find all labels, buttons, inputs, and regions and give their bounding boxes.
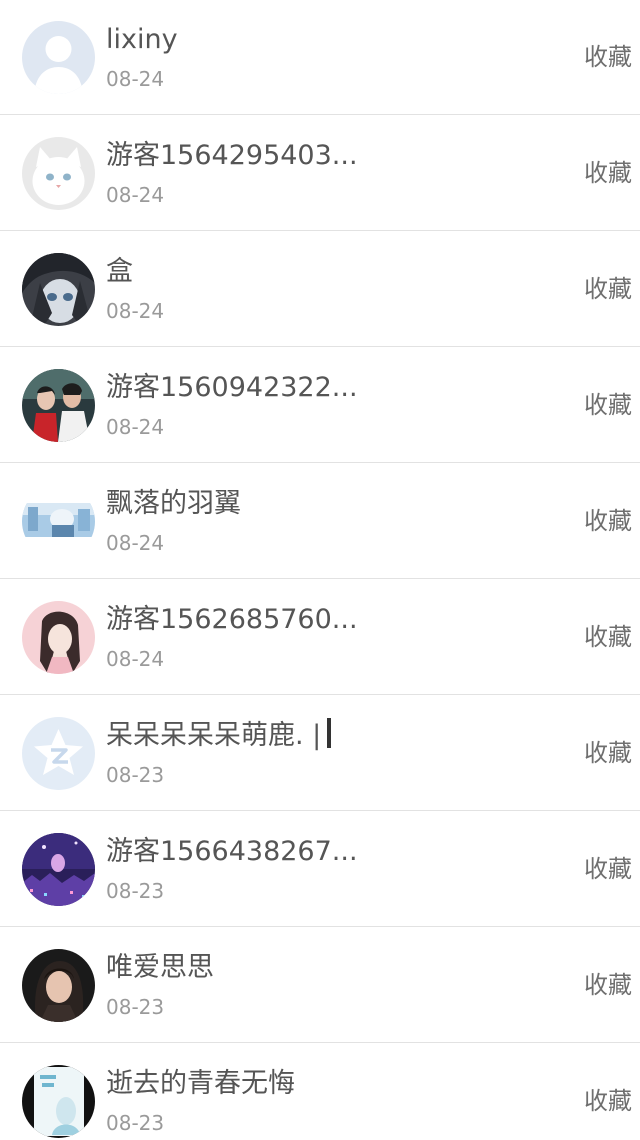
list-item[interactable]: 唯爱思思 08-23 收藏 bbox=[0, 928, 640, 1043]
user-name: 游客1566438267... bbox=[106, 836, 358, 867]
avatar[interactable] bbox=[22, 369, 95, 442]
user-name: 唯爱思思 bbox=[106, 952, 214, 983]
divider bbox=[0, 114, 640, 115]
avatar[interactable] bbox=[22, 601, 95, 674]
follow-date: 08-23 bbox=[106, 879, 165, 903]
list-item[interactable]: 游客1564295403... 08-24 收藏 bbox=[0, 116, 640, 231]
list-item[interactable]: 飘落的羽翼 08-24 收藏 bbox=[0, 464, 640, 579]
list-item[interactable]: 盒 08-24 收藏 bbox=[0, 232, 640, 347]
follow-date: 08-24 bbox=[106, 299, 165, 323]
avatar[interactable] bbox=[22, 717, 95, 790]
divider bbox=[0, 230, 640, 231]
divider bbox=[0, 926, 640, 927]
avatar[interactable] bbox=[22, 137, 95, 210]
follow-date: 08-24 bbox=[106, 415, 165, 439]
pink-portrait-icon bbox=[22, 601, 95, 674]
follower-list: lixiny 08-24 收藏 游客1564295403... 08-24 收藏 bbox=[0, 0, 640, 1140]
white-cat-icon bbox=[22, 137, 95, 210]
anime-avatar-icon bbox=[22, 253, 95, 326]
list-item[interactable]: lixiny 08-24 收藏 bbox=[0, 0, 640, 115]
avatar[interactable] bbox=[22, 833, 95, 906]
divider bbox=[0, 694, 640, 695]
dark-portrait-icon bbox=[22, 949, 95, 1022]
follow-date: 08-23 bbox=[106, 995, 165, 1019]
favorite-button[interactable]: 收藏 bbox=[584, 272, 632, 306]
list-item[interactable]: 游客1566438267... 08-23 收藏 bbox=[0, 812, 640, 927]
divider bbox=[0, 462, 640, 463]
user-name: 游客1560942322... bbox=[106, 372, 358, 403]
follow-date: 08-24 bbox=[106, 67, 165, 91]
favorite-button[interactable]: 收藏 bbox=[584, 388, 632, 422]
favorite-button[interactable]: 收藏 bbox=[584, 1084, 632, 1118]
divider bbox=[0, 346, 640, 347]
follow-date: 08-23 bbox=[106, 1111, 165, 1135]
blue-scene-icon bbox=[22, 485, 95, 558]
avatar[interactable] bbox=[22, 485, 95, 558]
follow-date: 08-24 bbox=[106, 183, 165, 207]
favorite-button[interactable]: 收藏 bbox=[584, 852, 632, 886]
user-name-text: 呆呆呆呆呆萌鹿. | bbox=[106, 720, 322, 751]
user-name: 游客1564295403... bbox=[106, 140, 358, 171]
user-name: 逝去的青春无悔 bbox=[106, 1068, 295, 1099]
avatar[interactable] bbox=[22, 1065, 95, 1138]
book-cover-icon bbox=[22, 1065, 95, 1138]
user-name: 盒 bbox=[106, 256, 133, 287]
favorite-button[interactable]: 收藏 bbox=[584, 736, 632, 770]
list-item[interactable]: 呆呆呆呆呆萌鹿. | 08-23 收藏 bbox=[0, 696, 640, 811]
list-item[interactable]: 游客1562685760... 08-24 收藏 bbox=[0, 580, 640, 695]
user-name: 飘落的羽翼 bbox=[106, 488, 241, 519]
user-name: 呆呆呆呆呆萌鹿. | bbox=[106, 718, 332, 754]
favorite-button[interactable]: 收藏 bbox=[584, 504, 632, 538]
list-item[interactable]: 逝去的青春无悔 08-23 收藏 bbox=[0, 1044, 640, 1140]
favorite-button[interactable]: 收藏 bbox=[584, 968, 632, 1002]
avatar[interactable] bbox=[22, 21, 95, 94]
default-user-icon bbox=[22, 21, 95, 94]
follow-date: 08-23 bbox=[106, 763, 165, 787]
favorite-button[interactable]: 收藏 bbox=[584, 620, 632, 654]
follow-date: 08-24 bbox=[106, 531, 165, 555]
user-name: 游客1562685760... bbox=[106, 604, 358, 635]
user-name: lixiny bbox=[106, 24, 178, 55]
couple-photo-icon bbox=[22, 369, 95, 442]
favorite-button[interactable]: 收藏 bbox=[584, 40, 632, 74]
text-cursor bbox=[327, 718, 332, 748]
list-item[interactable]: 游客1560942322... 08-24 收藏 bbox=[0, 348, 640, 463]
divider bbox=[0, 578, 640, 579]
qzone-logo-icon bbox=[22, 717, 95, 790]
avatar[interactable] bbox=[22, 949, 95, 1022]
avatar[interactable] bbox=[22, 253, 95, 326]
favorite-button[interactable]: 收藏 bbox=[584, 156, 632, 190]
divider bbox=[0, 810, 640, 811]
divider bbox=[0, 1042, 640, 1043]
follow-date: 08-24 bbox=[106, 647, 165, 671]
night-city-icon bbox=[22, 833, 95, 906]
